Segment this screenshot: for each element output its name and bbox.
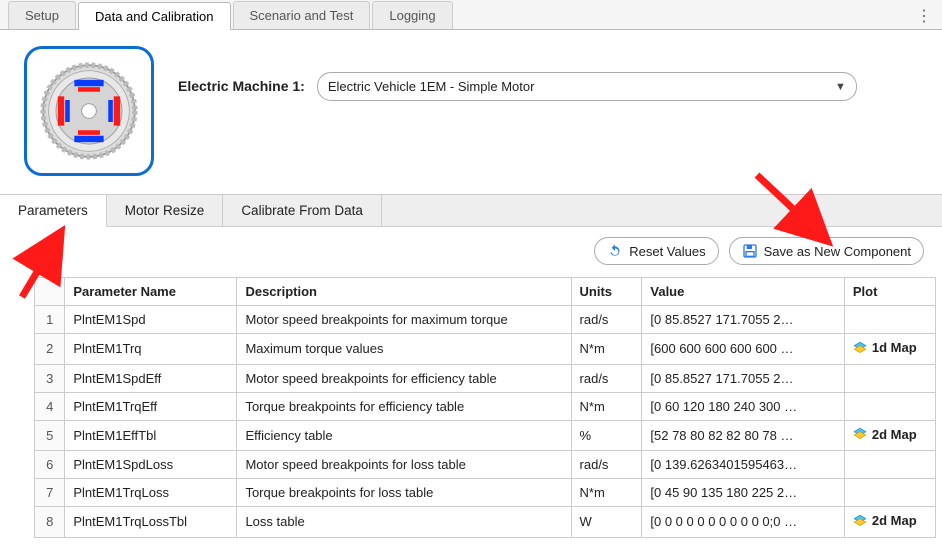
table-header-desc[interactable]: Description [237, 278, 571, 306]
cell-desc: Efficiency table [237, 420, 571, 451]
plot-map-button[interactable]: 2d Map [853, 427, 917, 442]
tab-calibrate-from-data[interactable]: Calibrate From Data [223, 195, 382, 226]
cell-units: N*m [571, 334, 642, 365]
row-number: 1 [35, 306, 65, 334]
tab-setup[interactable]: Setup [8, 1, 76, 29]
table-row[interactable]: 4PlntEM1TrqEffTorque breakpoints for eff… [35, 392, 936, 420]
table-header-value[interactable]: Value [642, 278, 844, 306]
table-row[interactable]: 8PlntEM1TrqLossTblLoss tableW[0 0 0 0 0 … [35, 507, 936, 538]
cell-units: rad/s [571, 364, 642, 392]
cell-name: PlntEM1Spd [65, 306, 237, 334]
cell-units: rad/s [571, 306, 642, 334]
em-select[interactable]: Electric Vehicle 1EM - Simple Motor ▼ [317, 72, 857, 101]
table-row[interactable]: 5PlntEM1EffTblEfficiency table%[52 78 80… [35, 420, 936, 451]
cell-desc: Motor speed breakpoints for loss table [237, 451, 571, 479]
row-number: 7 [35, 479, 65, 507]
cell-value[interactable]: [0 0 0 0 0 0 0 0 0 0 0;0 … [642, 507, 844, 538]
map-icon [853, 514, 867, 528]
header-row: Electric Machine 1: Electric Vehicle 1EM… [0, 30, 942, 186]
cell-value[interactable]: [0 45 90 135 180 225 2… [642, 479, 844, 507]
cell-value[interactable]: [600 600 600 600 600 … [642, 334, 844, 365]
cell-units: % [571, 420, 642, 451]
cell-units: W [571, 507, 642, 538]
chevron-down-icon: ▼ [835, 81, 846, 93]
row-number: 6 [35, 451, 65, 479]
table-row[interactable]: 1PlntEM1SpdMotor speed breakpoints for m… [35, 306, 936, 334]
row-number: 2 [35, 334, 65, 365]
cell-desc: Torque breakpoints for efficiency table [237, 392, 571, 420]
parameters-table: Parameter Name Description Units Value P… [34, 277, 936, 538]
cell-name: PlntEM1TrqLossTbl [65, 507, 237, 538]
cell-value[interactable]: [0 60 120 180 240 300 … [642, 392, 844, 420]
table-row[interactable]: 6PlntEM1SpdLossMotor speed breakpoints f… [35, 451, 936, 479]
cell-desc: Loss table [237, 507, 571, 538]
table-header-name[interactable]: Parameter Name [65, 278, 237, 306]
sub-tab-bar: Parameters Motor Resize Calibrate From D… [0, 194, 942, 227]
reset-values-label: Reset Values [629, 244, 705, 259]
cell-units: N*m [571, 479, 642, 507]
cell-plot [844, 479, 935, 507]
save-icon [742, 243, 758, 259]
table-header-rownum [35, 278, 65, 306]
save-as-new-component-button[interactable]: Save as New Component [729, 237, 924, 265]
cell-desc: Maximum torque values [237, 334, 571, 365]
tab-scenario-test[interactable]: Scenario and Test [233, 1, 371, 29]
table-header-units[interactable]: Units [571, 278, 642, 306]
cell-name: PlntEM1TrqLoss [65, 479, 237, 507]
em-select-value: Electric Vehicle 1EM - Simple Motor [328, 79, 535, 94]
cell-plot [844, 392, 935, 420]
table-row[interactable]: 7PlntEM1TrqLossTorque breakpoints for lo… [35, 479, 936, 507]
save-as-new-component-label: Save as New Component [764, 244, 911, 259]
cell-desc: Motor speed breakpoints for maximum torq… [237, 306, 571, 334]
plot-map-label: 1d Map [872, 340, 917, 355]
main-tab-bar: Setup Data and Calibration Scenario and … [0, 0, 942, 30]
cell-plot [844, 451, 935, 479]
cell-name: PlntEM1TrqEff [65, 392, 237, 420]
cell-name: PlntEM1SpdLoss [65, 451, 237, 479]
table-row[interactable]: 3PlntEM1SpdEffMotor speed breakpoints fo… [35, 364, 936, 392]
plot-map-button[interactable]: 2d Map [853, 513, 917, 528]
cell-plot[interactable]: 1d Map [844, 334, 935, 365]
cell-name: PlntEM1Trq [65, 334, 237, 365]
cell-name: PlntEM1SpdEff [65, 364, 237, 392]
map-icon [853, 341, 867, 355]
table-header-plot[interactable]: Plot [844, 278, 935, 306]
reset-values-button[interactable]: Reset Values [594, 237, 718, 265]
tab-parameters[interactable]: Parameters [0, 195, 107, 227]
cell-plot [844, 364, 935, 392]
refresh-icon [607, 243, 623, 259]
row-number: 5 [35, 420, 65, 451]
cell-value[interactable]: [0 85.8527 171.7055 2… [642, 364, 844, 392]
cell-plot [844, 306, 935, 334]
motor-icon [24, 46, 154, 176]
cell-value[interactable]: [0 85.8527 171.7055 2… [642, 306, 844, 334]
cell-desc: Motor speed breakpoints for efficiency t… [237, 364, 571, 392]
row-number: 3 [35, 364, 65, 392]
plot-map-button[interactable]: 1d Map [853, 340, 917, 355]
table-row[interactable]: 2PlntEM1TrqMaximum torque valuesN*m[600 … [35, 334, 936, 365]
row-number: 8 [35, 507, 65, 538]
cell-units: N*m [571, 392, 642, 420]
row-number: 4 [35, 392, 65, 420]
cell-name: PlntEM1EffTbl [65, 420, 237, 451]
actions-row: Reset Values Save as New Component [0, 227, 942, 273]
map-icon [853, 427, 867, 441]
cell-units: rad/s [571, 451, 642, 479]
em-label: Electric Machine 1: [178, 78, 305, 94]
cell-value[interactable]: [52 78 80 82 82 80 78 … [642, 420, 844, 451]
cell-plot[interactable]: 2d Map [844, 507, 935, 538]
plot-map-label: 2d Map [872, 427, 917, 442]
tab-motor-resize[interactable]: Motor Resize [107, 195, 224, 226]
kebab-menu-icon[interactable]: ⋮ [916, 6, 932, 26]
plot-map-label: 2d Map [872, 513, 917, 528]
tab-data-calibration[interactable]: Data and Calibration [78, 2, 231, 30]
cell-desc: Torque breakpoints for loss table [237, 479, 571, 507]
tab-logging[interactable]: Logging [372, 1, 452, 29]
cell-plot[interactable]: 2d Map [844, 420, 935, 451]
cell-value[interactable]: [0 139.6263401595463… [642, 451, 844, 479]
